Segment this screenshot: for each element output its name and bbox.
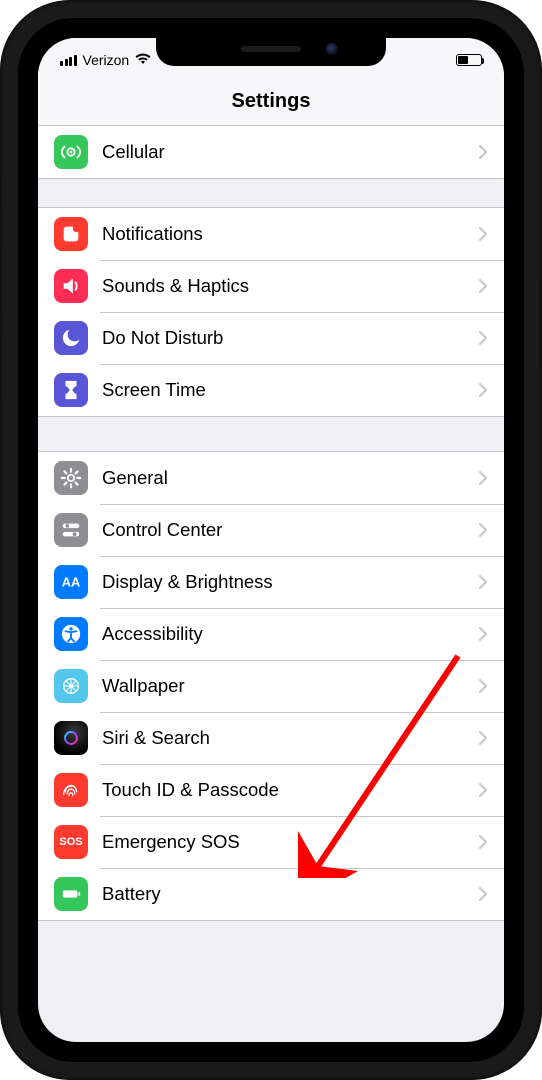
chevron-right-icon [478,626,488,642]
chevron-right-icon [478,886,488,902]
row-label: Display & Brightness [102,571,478,593]
page-title: Settings [38,90,504,113]
chevron-right-icon [478,470,488,486]
screentime-icon [54,373,88,407]
row-label: Screen Time [102,379,478,401]
carrier-label: Verizon [83,52,130,68]
wallpaper-icon [54,669,88,703]
front-camera [326,43,338,55]
general-icon [54,461,88,495]
settings-row-general[interactable]: General [38,452,504,504]
mute-switch[interactable] [0,175,1,210]
nav-header: Settings [38,82,504,126]
row-label: Siri & Search [102,727,478,749]
chevron-right-icon [478,730,488,746]
row-label: Control Center [102,519,478,541]
sounds-icon [54,269,88,303]
chevron-right-icon [478,574,488,590]
chevron-right-icon [478,834,488,850]
signal-strength-icon [60,55,77,66]
settings-list[interactable]: Cellular Notifications Sounds & Haptics Do … [38,126,504,1042]
chevron-right-icon [478,382,488,398]
row-label: Notifications [102,223,478,245]
settings-row-cellular[interactable]: Cellular [38,126,504,178]
accessibility-icon [54,617,88,651]
settings-row-accessibility[interactable]: Accessibility [38,608,504,660]
battery-fill [458,56,468,64]
row-label: Emergency SOS [102,831,478,853]
row-label: Do Not Disturb [102,327,478,349]
touchid-icon [54,773,88,807]
battery-icon [54,877,88,911]
settings-row-display-brightness[interactable]: AA Display & Brightness [38,556,504,608]
settings-row-touch-id-passcode[interactable]: Touch ID & Passcode [38,764,504,816]
settings-row-battery[interactable]: Battery [38,868,504,920]
siri-icon [54,721,88,755]
svg-text:AA: AA [62,575,81,590]
settings-row-screen-time[interactable]: Screen Time [38,364,504,416]
row-label: Sounds & Haptics [102,275,478,297]
control-center-icon [54,513,88,547]
chevron-right-icon [478,144,488,160]
dnd-icon [54,321,88,355]
settings-row-notifications[interactable]: Notifications [38,208,504,260]
settings-row-control-center[interactable]: Control Center [38,504,504,556]
volume-down-button[interactable] [0,335,1,405]
settings-row-siri-search[interactable]: Siri & Search [38,712,504,764]
settings-row-do-not-disturb[interactable]: Do Not Disturb [38,312,504,364]
chevron-right-icon [478,330,488,346]
row-label: General [102,467,478,489]
row-label: Cellular [102,141,478,163]
row-label: Battery [102,883,478,905]
earpiece-speaker [241,46,301,52]
sos-icon: SOS [54,825,88,859]
row-label: Wallpaper [102,675,478,697]
settings-group: Notifications Sounds & Haptics Do Not Dist… [38,207,504,417]
settings-group: Cellular [38,126,504,179]
chevron-right-icon [478,522,488,538]
iphone-frame: Verizon 10:43 AM Settings CellularNotifi… [0,0,542,1080]
settings-group: General Control Center AA Display & Brightn… [38,451,504,921]
screen: Verizon 10:43 AM Settings CellularNotifi… [38,38,504,1042]
battery-level-icon [456,54,482,66]
chevron-right-icon [478,278,488,294]
settings-row-emergency-sos[interactable]: SOS Emergency SOS [38,816,504,868]
cellular-icon [54,135,88,169]
row-label: Touch ID & Passcode [102,779,478,801]
chevron-right-icon [478,782,488,798]
notifications-icon [54,217,88,251]
settings-row-wallpaper[interactable]: Wallpaper [38,660,504,712]
chevron-right-icon [478,678,488,694]
display-icon: AA [54,565,88,599]
volume-up-button[interactable] [0,245,1,315]
chevron-right-icon [478,226,488,242]
row-label: Accessibility [102,623,478,645]
wifi-icon [135,52,151,68]
settings-row-sounds-haptics[interactable]: Sounds & Haptics [38,260,504,312]
